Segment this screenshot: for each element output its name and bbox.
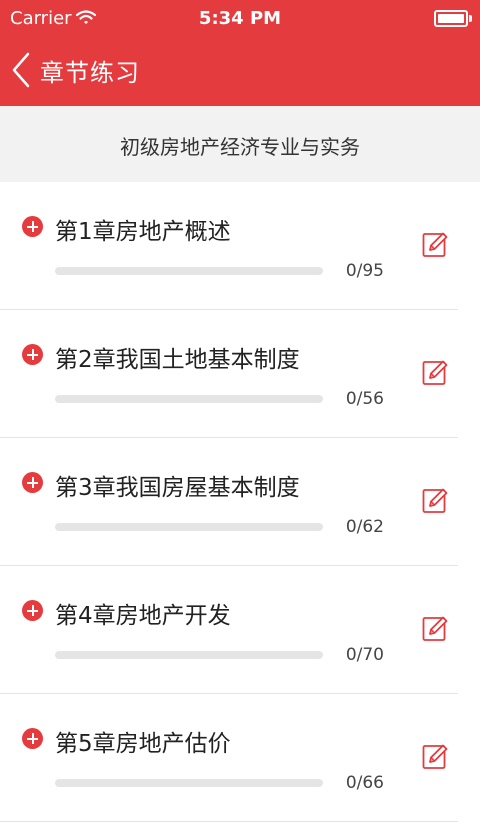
chapter-title: 第4章房地产开发 — [55, 603, 231, 629]
page-title: 章节练习 — [40, 59, 140, 87]
progress-count: 0/95 — [345, 261, 384, 281]
chapter-title: 第5章房地产估价 — [55, 731, 231, 757]
progress-track — [55, 523, 323, 531]
battery-icon — [434, 10, 472, 27]
chapter-row[interactable]: 第3章我国房屋基本制度 0/62 — [0, 438, 480, 566]
chapter-row[interactable]: 第1章房地产概述 0/95 — [0, 182, 480, 310]
progress-track — [55, 267, 323, 275]
progress-track — [55, 651, 323, 659]
expand-plus-icon[interactable] — [22, 216, 43, 237]
chapter-row[interactable]: 第4章房地产开发 0/70 — [0, 566, 480, 694]
chapter-row[interactable]: 第5章房地产估价 0/66 — [0, 694, 480, 822]
edit-icon[interactable] — [422, 358, 448, 386]
book-header: 初级房地产经济专业与实务 — [0, 106, 480, 182]
progress-count: 0/70 — [345, 645, 384, 665]
expand-plus-icon[interactable] — [22, 600, 43, 621]
chapter-row[interactable]: 第2章我国土地基本制度 0/56 — [0, 310, 480, 438]
chapter-list: 第1章房地产概述 0/95 第2章我国土地基本制度 0/56 第3章我国房屋基本… — [0, 182, 480, 822]
progress-count: 0/56 — [345, 389, 384, 409]
progress-track — [55, 395, 323, 403]
chapter-title: 第1章房地产概述 — [55, 219, 231, 245]
chapter-title: 第2章我国土地基本制度 — [55, 347, 300, 373]
status-time: 5:34 PM — [198, 8, 282, 29]
progress-track — [55, 779, 323, 787]
expand-plus-icon[interactable] — [22, 728, 43, 749]
edit-icon[interactable] — [422, 614, 448, 642]
back-button[interactable] — [8, 50, 38, 90]
chapter-title: 第3章我国房屋基本制度 — [55, 475, 300, 501]
book-title: 初级房地产经济专业与实务 — [120, 135, 360, 159]
edit-icon[interactable] — [422, 486, 448, 514]
nav-bar: 章节练习 — [0, 36, 480, 106]
progress-count: 0/62 — [345, 517, 384, 537]
status-bar: Carrier 5:34 PM — [0, 0, 480, 36]
expand-plus-icon[interactable] — [22, 472, 43, 493]
edit-icon[interactable] — [422, 230, 448, 258]
edit-icon[interactable] — [422, 742, 448, 770]
top-bar: Carrier 5:34 PM 章节练习 — [0, 0, 480, 106]
progress-count: 0/66 — [345, 773, 384, 793]
expand-plus-icon[interactable] — [22, 344, 43, 365]
